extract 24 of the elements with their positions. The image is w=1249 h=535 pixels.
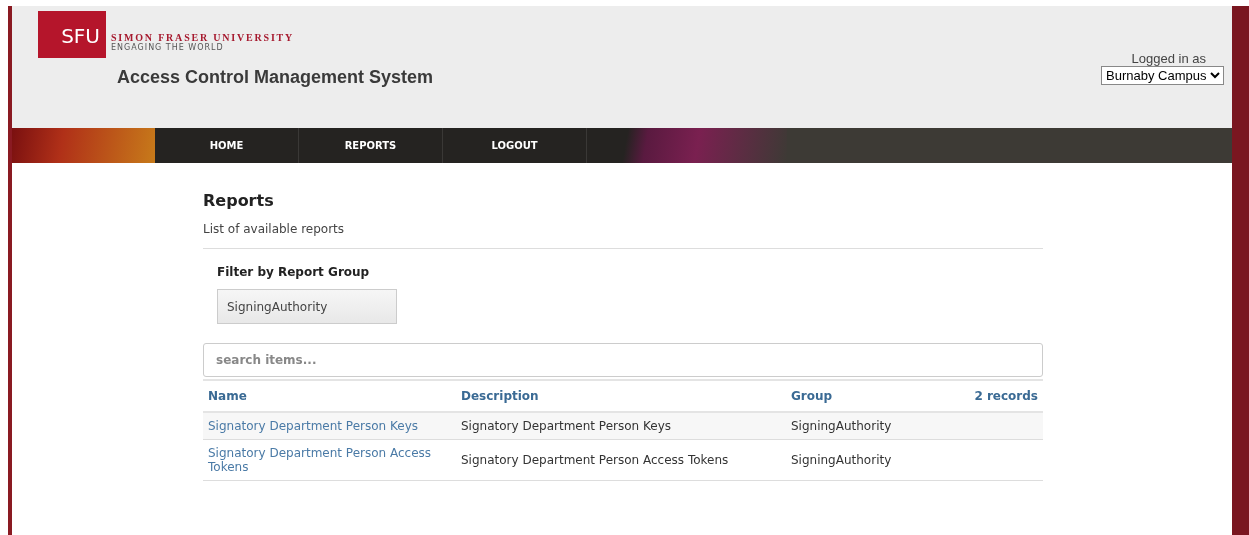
report-link[interactable]: Signatory Department Person Access Tokens xyxy=(208,446,451,474)
table-cell: SigningAuthority xyxy=(791,419,892,433)
nav-link[interactable]: HOME xyxy=(155,128,299,163)
page-subtitle: List of available reports xyxy=(203,222,1043,249)
column-header[interactable]: Description xyxy=(461,389,539,403)
table-cell: Signatory Department Person Keys xyxy=(461,419,671,433)
university-name: SIMON FRASER UNIVERSITY xyxy=(111,32,295,43)
column-header[interactable]: Group xyxy=(791,389,833,403)
campus-select[interactable]: Burnaby Campus xyxy=(1101,66,1224,85)
table-cell: SigningAuthority xyxy=(791,453,892,467)
logged-in-label: Logged in as xyxy=(1131,51,1206,66)
search-field[interactable]: search items... xyxy=(203,343,1043,377)
filter-label: Filter by Report Group xyxy=(217,265,371,279)
page-title: Reports xyxy=(203,191,275,210)
report-link[interactable]: Signatory Department Person Keys xyxy=(208,419,451,433)
record-count: 2 records xyxy=(974,389,1038,403)
nav-link[interactable]: REPORTS xyxy=(299,128,443,163)
system-title: Access Control Management System xyxy=(117,67,434,88)
table-cell: Signatory Department Person Access Tokens xyxy=(461,453,729,467)
report-group-button[interactable]: SigningAuthority xyxy=(217,289,397,324)
column-header[interactable]: Name xyxy=(208,389,247,403)
nav-link[interactable]: LOGOUT xyxy=(443,128,587,163)
sfu-logo[interactable]: SFU xyxy=(38,11,106,58)
tagline: ENGAGING THE WORLD xyxy=(111,43,225,52)
